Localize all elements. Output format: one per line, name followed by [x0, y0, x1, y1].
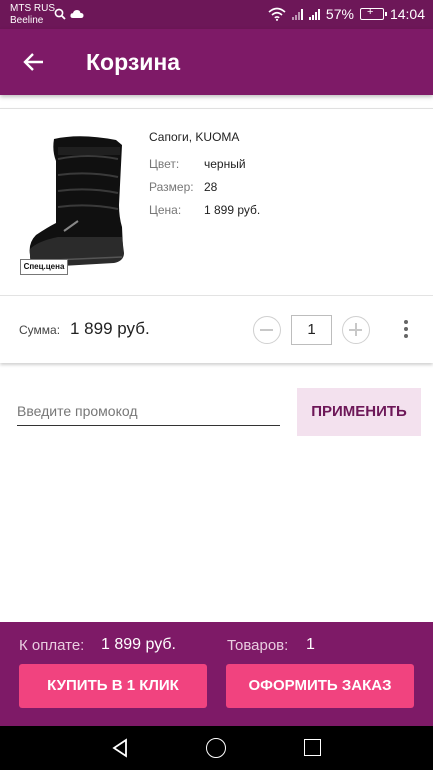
- product-image[interactable]: Спец.цена: [18, 131, 130, 279]
- checkout-bar: К оплате: 1 899 руб. Товаров: 1 КУПИТЬ В…: [0, 622, 433, 726]
- attribute-label: Цвет:: [149, 157, 180, 171]
- quantity-increase-button[interactable]: [342, 316, 370, 344]
- items-count-label: Товаров:: [227, 637, 289, 654]
- wifi-icon: [268, 7, 286, 21]
- nav-home-icon[interactable]: [206, 738, 226, 758]
- back-button[interactable]: [14, 46, 50, 78]
- screen: MTS RUS Beeline 57% + 14:04 Корзина Спец…: [0, 0, 433, 770]
- product-name: Сапоги, KUOMA: [149, 130, 240, 144]
- status-right: 57% + 14:04: [268, 6, 425, 22]
- place-order-button[interactable]: ОФОРМИТЬ ЗАКАЗ: [226, 664, 414, 708]
- system-nav-bar: [0, 726, 433, 770]
- nav-recents-icon[interactable]: [304, 739, 321, 756]
- special-price-badge: Спец.цена: [20, 259, 68, 275]
- battery-icon: +: [359, 6, 387, 20]
- attribute-value: 28: [204, 180, 218, 194]
- clock: 14:04: [389, 6, 425, 22]
- more-options-icon[interactable]: [398, 317, 414, 345]
- boot-image: [29, 136, 124, 267]
- page-title: Корзина: [86, 49, 181, 75]
- attribute-label: Цена:: [149, 203, 182, 217]
- cart-item-card: Спец.цена Сапоги, KUOMA Цвет: черный Раз…: [0, 108, 433, 363]
- quantity-decrease-button[interactable]: [253, 316, 281, 344]
- total-label: К оплате:: [19, 637, 85, 654]
- app-bar: Корзина: [0, 29, 433, 95]
- attribute-value: черный: [204, 157, 246, 171]
- promo-code-input[interactable]: Введите промокод: [17, 396, 280, 426]
- sum-value: 1 899 руб.: [70, 319, 150, 338]
- sum-label: Сумма:: [19, 323, 61, 337]
- battery-percent: 57%: [325, 6, 354, 22]
- items-count-value: 1: [306, 636, 315, 653]
- signal-icon-1: [291, 8, 303, 20]
- apply-promo-button[interactable]: ПРИМЕНИТЬ: [297, 388, 421, 436]
- nav-back-icon[interactable]: [110, 738, 130, 758]
- signal-icon-2: [308, 8, 320, 20]
- quantity-input[interactable]: 1: [291, 315, 332, 345]
- cloud-icon: [70, 10, 84, 18]
- status-left-icons: [54, 8, 84, 20]
- status-bar: MTS RUS Beeline 57% + 14:04: [0, 0, 433, 29]
- buy-one-click-button[interactable]: КУПИТЬ В 1 КЛИК: [19, 664, 207, 708]
- total-value: 1 899 руб.: [101, 636, 176, 653]
- divider: [0, 295, 433, 296]
- arrow-left-icon: [23, 53, 43, 71]
- attribute-label: Размер:: [149, 180, 194, 194]
- carrier-info: MTS RUS Beeline: [10, 3, 55, 27]
- carrier-2: Beeline: [10, 15, 44, 26]
- attribute-value: 1 899 руб.: [204, 203, 261, 217]
- search-icon: [54, 8, 66, 20]
- carrier-1: MTS RUS: [10, 3, 55, 14]
